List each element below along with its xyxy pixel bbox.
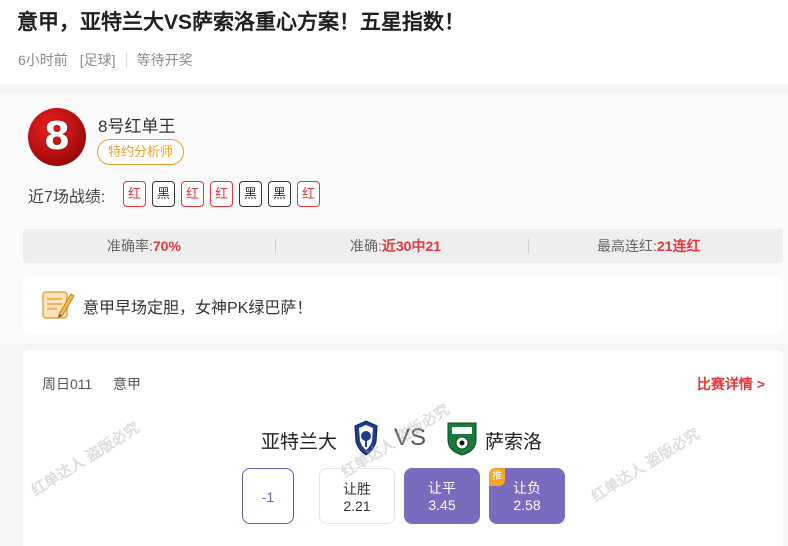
note-text: 意甲早场定胆，女神PK绿巴萨！ bbox=[83, 300, 313, 317]
match-card: 周日011 意甲 比赛详情 > 亚特兰大 VS 萨索洛 -1 让胜 2.21 让… bbox=[23, 350, 783, 546]
option-odds: 3.45 bbox=[428, 497, 456, 513]
analysis-note: 意甲早场定胆，女神PK绿巴萨！ bbox=[23, 276, 783, 334]
article-header: 意甲，亚特兰大VS萨索洛重心方案！五星指数！ 6小时前 [足球] 等待开奖 bbox=[0, 0, 788, 84]
record-item: 红 bbox=[123, 181, 146, 207]
accuracy-label: 准确率: bbox=[107, 238, 153, 254]
recent-stat: 准确:近30中21 bbox=[350, 229, 441, 263]
avatar-number: 8 bbox=[43, 114, 71, 158]
match-detail-link[interactable]: 比赛详情 > bbox=[697, 374, 765, 394]
category-tag[interactable]: [足球] bbox=[80, 50, 116, 70]
analyst-badge: 特约分析师 bbox=[97, 139, 185, 165]
recent-label: 准确: bbox=[350, 238, 382, 254]
sassuolo-logo-icon bbox=[447, 422, 477, 456]
option-odds: 2.21 bbox=[343, 498, 371, 514]
record-item: 黑 bbox=[239, 181, 262, 207]
accuracy-stat: 准确率:70% bbox=[107, 229, 181, 263]
author-name[interactable]: 8号红单王 bbox=[98, 112, 175, 137]
recommend-tag: 推 bbox=[489, 468, 505, 486]
draw-status: 等待开奖 bbox=[136, 52, 193, 68]
avatar[interactable]: 8 bbox=[28, 108, 86, 166]
article-title: 意甲，亚特兰大VS萨索洛重心方案！五星指数！ bbox=[17, 11, 466, 34]
record-label: 近7场战绩: bbox=[28, 189, 106, 206]
streak-label: 最高连红: bbox=[597, 238, 657, 254]
atalanta-logo-icon bbox=[354, 420, 378, 456]
record-item: 红 bbox=[181, 181, 204, 207]
stats-divider bbox=[275, 239, 276, 253]
accuracy-value: 70% bbox=[152, 238, 181, 254]
vs-label: VS bbox=[394, 424, 427, 451]
record-item: 黑 bbox=[268, 181, 291, 207]
record-item: 红 bbox=[297, 181, 320, 207]
record-item: 黑 bbox=[152, 181, 175, 207]
recent-record: 红 黑 红 红 黑 黑 红 bbox=[123, 181, 326, 207]
option-handicap-draw[interactable]: 让平 3.45 bbox=[404, 468, 480, 524]
recent-value: 近30中21 bbox=[381, 238, 442, 254]
record-item: 红 bbox=[210, 181, 233, 207]
away-team-name: 萨索洛 bbox=[485, 432, 543, 453]
match-date: 周日011 bbox=[42, 376, 93, 392]
meta-divider bbox=[125, 53, 127, 67]
stats-bar: 准确率:70% 准确:近30中21 最高连红:21连红 bbox=[23, 229, 783, 263]
streak-value: 21连红 bbox=[656, 238, 701, 254]
stats-divider bbox=[528, 239, 529, 253]
option-odds: 2.58 bbox=[513, 497, 541, 513]
streak-stat: 最高连红:21连红 bbox=[597, 229, 700, 263]
watermark: 红单达人 盗版必究 bbox=[28, 419, 143, 500]
handicap-value: -1 bbox=[261, 489, 275, 505]
watermark: 红单达人 盗版必究 bbox=[588, 425, 703, 506]
notepad-pencil-icon bbox=[42, 291, 75, 319]
handicap-box: -1 bbox=[242, 468, 294, 524]
option-label: 让平 bbox=[428, 480, 456, 496]
option-handicap-lose[interactable]: 推 让负 2.58 bbox=[489, 468, 565, 524]
option-handicap-win[interactable]: 让胜 2.21 bbox=[319, 468, 395, 524]
publish-time: 6小时前 bbox=[18, 52, 68, 68]
home-team-name: 亚特兰大 bbox=[261, 432, 338, 453]
article-meta: 6小时前 [足球] 等待开奖 bbox=[18, 50, 193, 70]
match-league: 意甲 bbox=[113, 376, 141, 392]
option-label: 让胜 bbox=[343, 481, 371, 497]
